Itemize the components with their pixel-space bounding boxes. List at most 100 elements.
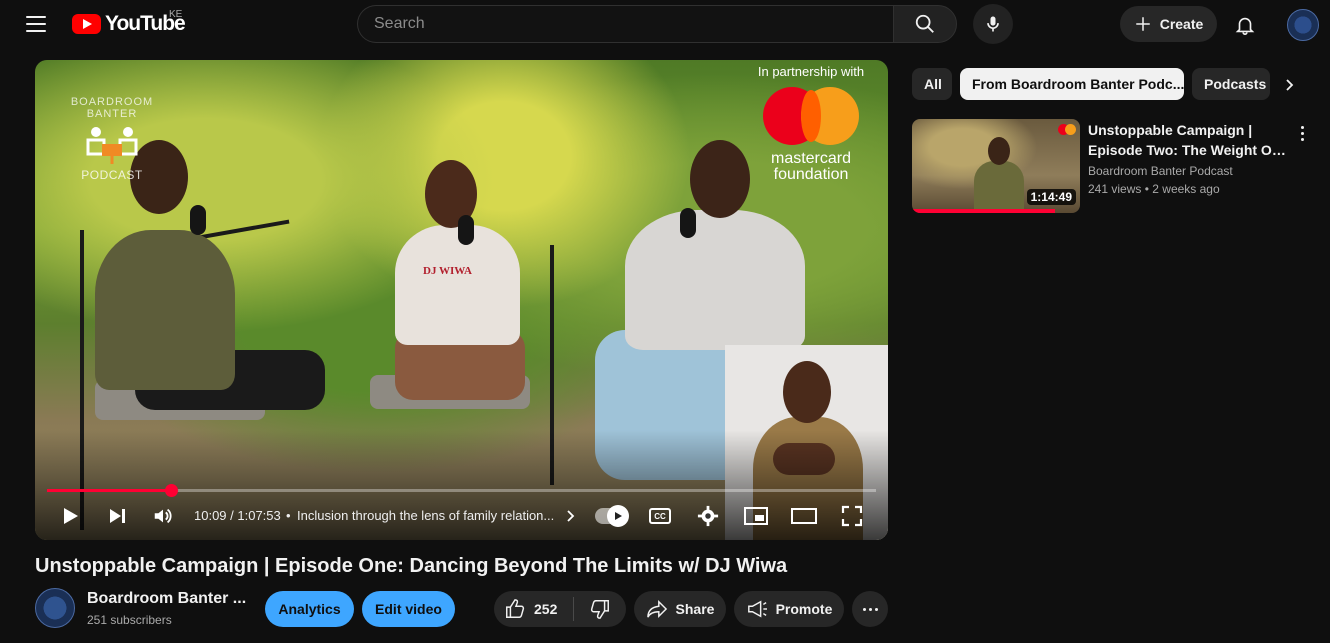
chip-from-channel[interactable]: From Boardroom Banter Podc...	[960, 68, 1184, 100]
promote-label: Promote	[775, 601, 833, 617]
settings-icon	[697, 505, 719, 527]
analytics-button[interactable]: Analytics	[265, 591, 354, 627]
mic-icon	[987, 16, 999, 32]
next-icon	[110, 509, 125, 523]
chip-label: All	[924, 76, 942, 92]
more-icon	[1300, 125, 1304, 141]
miniplayer-button[interactable]	[740, 500, 772, 532]
chapter-title[interactable]: Inclusion through the lens of family rel…	[297, 508, 554, 523]
play-button[interactable]	[54, 500, 86, 532]
account-avatar[interactable]	[1287, 9, 1319, 41]
create-button[interactable]: Create	[1120, 6, 1217, 42]
channel-name[interactable]: Boardroom Banter ...	[87, 590, 246, 608]
microphone	[680, 208, 696, 238]
notifications-button[interactable]	[1228, 8, 1262, 42]
share-label: Share	[675, 601, 715, 617]
dislike-button[interactable]	[574, 591, 626, 627]
more-actions-button[interactable]	[852, 591, 888, 627]
podcast-logo-bottom: PODCAST	[81, 168, 143, 182]
bell-icon	[1235, 17, 1255, 35]
autoplay-toggle[interactable]	[595, 505, 629, 527]
search-box	[357, 5, 893, 43]
person-guest-2	[625, 210, 805, 350]
partner-logo: In partnership with mastercard foundatio…	[736, 64, 886, 183]
youtube-logo[interactable]: YouTube	[72, 12, 186, 36]
search-button[interactable]	[893, 5, 957, 43]
promote-icon	[747, 600, 767, 618]
fullscreen-icon	[841, 505, 863, 527]
player-controls: 10:09 / 1:07:53 • Inclusion through the …	[35, 500, 888, 532]
microphone	[458, 215, 474, 245]
recommendation-menu-button[interactable]	[1290, 121, 1314, 145]
partner-brand-line1: mastercard	[770, 150, 852, 167]
recommendation-title[interactable]: Unstoppable Campaign | Episode Two: The …	[1088, 120, 1288, 160]
podcast-table-icon	[82, 124, 142, 166]
next-button[interactable]	[101, 500, 133, 532]
recommendation-channel[interactable]: Boardroom Banter Podcast	[1088, 164, 1233, 178]
captions-button[interactable]: CC	[644, 500, 676, 532]
partner-brand-line2: foundation	[773, 166, 849, 183]
chip-label: From Boardroom Banter Podc...	[972, 76, 1184, 92]
channel-avatar[interactable]	[35, 588, 75, 628]
edit-video-button[interactable]: Edit video	[362, 591, 455, 627]
miniplayer-icon	[744, 507, 768, 525]
thumbs-up-icon	[506, 599, 525, 618]
cc-icon: CC	[649, 508, 671, 524]
volume-button[interactable]	[147, 500, 179, 532]
settings-button[interactable]	[692, 500, 724, 532]
recommendation-item[interactable]: 1:14:49 Unstoppable Campaign | Episode T…	[912, 119, 1322, 213]
recommendation-age: 2 weeks ago	[1152, 182, 1220, 196]
time-display: 10:09 / 1:07:53	[194, 508, 281, 523]
mastercard-logo-icon	[763, 87, 859, 145]
promote-button[interactable]: Promote	[734, 591, 844, 627]
partner-line: In partnership with	[757, 64, 865, 79]
thumbs-down-icon	[590, 600, 609, 619]
chip-all[interactable]: All	[912, 68, 952, 100]
chevron-right-icon	[1286, 79, 1294, 91]
play-icon	[64, 508, 78, 524]
chips-next-button[interactable]	[1278, 73, 1302, 97]
video-player[interactable]: DJ WIWA BOARDROOM BANTER PODCAST In part…	[35, 60, 888, 540]
podcast-logo-top: BOARDROOM BANTER	[70, 96, 154, 120]
person-host	[95, 230, 235, 390]
menu-icon[interactable]	[16, 9, 56, 39]
video-title: Unstoppable Campaign | Episode One: Danc…	[35, 555, 788, 577]
person-guest: DJ WIWA	[395, 225, 520, 345]
masthead: YouTube KE Create	[0, 0, 1330, 50]
progress-played	[47, 489, 171, 492]
country-code: KE	[169, 9, 183, 20]
search-input[interactable]	[358, 6, 893, 42]
voice-search-button[interactable]	[973, 4, 1013, 44]
fullscreen-button[interactable]	[836, 500, 868, 532]
progress-bar[interactable]	[47, 484, 876, 497]
plus-icon	[1135, 17, 1150, 31]
share-button[interactable]: Share	[634, 591, 726, 627]
like-button[interactable]: 252	[494, 591, 573, 627]
podcast-logo: BOARDROOM BANTER PODCAST	[57, 96, 167, 182]
theater-icon	[791, 508, 817, 524]
theater-mode-button[interactable]	[788, 500, 820, 532]
volume-icon	[154, 508, 172, 524]
time-separator-dot: •	[286, 508, 291, 523]
recommendation-title-line2: Episode Two: The Weight Of...	[1088, 142, 1288, 158]
duration-badge: 1:14:49	[1026, 189, 1076, 205]
subscriber-count: 251 subscribers	[87, 613, 172, 627]
edit-video-label: Edit video	[375, 601, 442, 617]
recommendation-meta: 241 views • 2 weeks ago	[1088, 182, 1220, 196]
analytics-label: Analytics	[278, 601, 341, 617]
recommendation-thumbnail[interactable]: 1:14:49	[912, 119, 1080, 213]
chapter-expand-button[interactable]	[555, 500, 587, 532]
search-icon	[915, 14, 934, 33]
shirt-text: DJ WIWA	[423, 265, 473, 277]
recommendation-title-line1: Unstoppable Campaign |	[1088, 122, 1253, 138]
watched-progress	[912, 209, 1055, 213]
progress-scrubber[interactable]	[164, 484, 178, 497]
recommendation-views: 241 views	[1088, 182, 1142, 196]
youtube-logo-icon	[72, 14, 101, 34]
share-icon	[646, 599, 667, 619]
microphone	[190, 205, 206, 235]
create-label: Create	[1159, 16, 1204, 32]
more-icon	[862, 607, 878, 611]
like-count: 252	[534, 601, 558, 617]
chip-podcasts[interactable]: Podcasts	[1192, 68, 1270, 100]
